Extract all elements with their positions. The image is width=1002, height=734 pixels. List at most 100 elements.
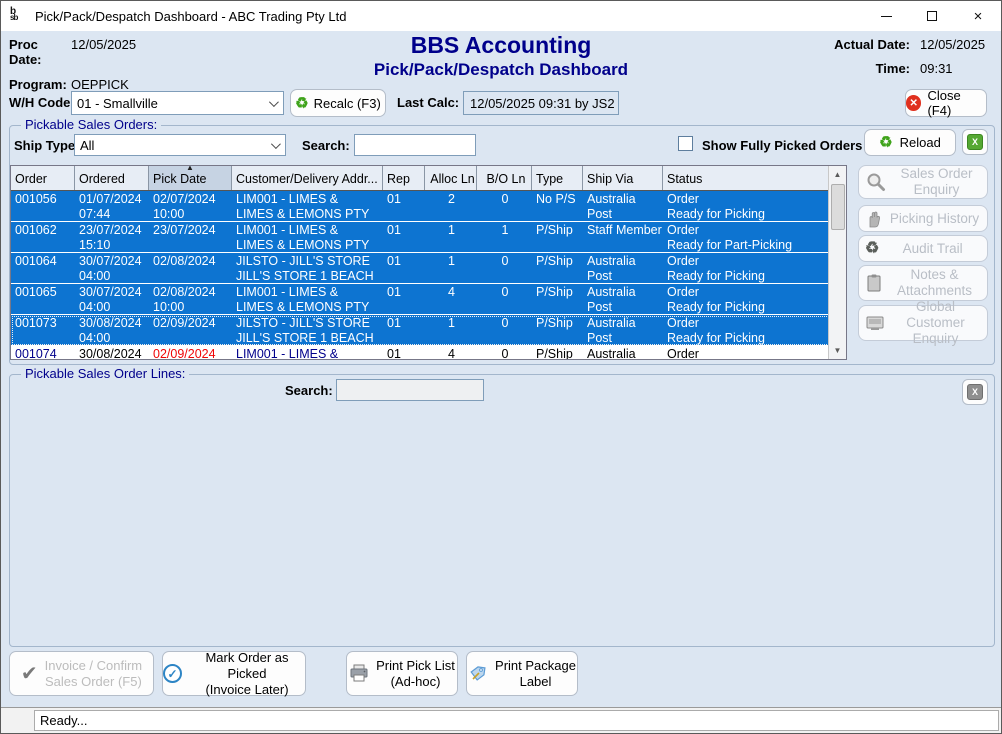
app-logo-icon: bsb (10, 8, 27, 25)
wh-code-label: W/H Code: (9, 95, 75, 110)
maximize-icon (927, 11, 937, 21)
sales-order-enquiry-label: Sales Order Enquiry (892, 166, 981, 198)
actual-date-label: Actual Date: (834, 37, 910, 52)
column-header-type[interactable]: Type (532, 166, 583, 190)
pickable-sales-order-lines-section: Pickable Sales Order Lines: Search: X (9, 374, 995, 647)
orders-table: OrderOrdered▲Pick DateCustomer/Delivery … (10, 165, 847, 360)
column-header-customer[interactable]: Customer/Delivery Addr... (232, 166, 383, 190)
cell-alloc: 1 (425, 222, 477, 252)
cell-bo: 0 (477, 191, 532, 221)
cell-alloc: 1 (425, 315, 477, 345)
sales-order-enquiry-button[interactable]: Sales Order Enquiry (858, 165, 988, 199)
order-row-001062[interactable]: 00106223/07/202415:1023/07/2024LIM001 - … (11, 222, 846, 253)
column-header-pick[interactable]: ▲Pick Date (149, 166, 232, 190)
maximize-button[interactable] (909, 1, 955, 31)
reload-label: Reload (900, 135, 941, 150)
cell-rep: 01 (383, 191, 425, 221)
printer-icon (349, 664, 369, 683)
export-lines-excel-button[interactable]: X (962, 379, 988, 405)
show-fully-picked-checkbox[interactable] (678, 136, 693, 151)
audit-trail-label: Audit Trail (884, 241, 981, 257)
cell-order: 001062 (11, 222, 75, 252)
cell-ship_via: Australia (583, 346, 663, 359)
cell-rep: 01 (383, 346, 425, 359)
excel-icon-disabled: X (967, 384, 983, 400)
cell-alloc: 4 (425, 346, 477, 359)
cell-status: OrderReady for Picking (663, 284, 846, 314)
print-pick-list-button[interactable]: Print Pick List (Ad-hoc) (346, 651, 458, 696)
reload-button[interactable]: ♻ Reload (864, 129, 956, 156)
cell-status: Order (663, 346, 846, 359)
cell-status: OrderReady for Picking (663, 253, 846, 283)
invoice-confirm-button[interactable]: ✔ Invoice / Confirm Sales Order (F5) (9, 651, 154, 696)
hand-icon (865, 210, 883, 228)
lines-search-input[interactable] (336, 379, 484, 401)
cell-status: OrderReady for Picking (663, 191, 846, 221)
print-package-label-button[interactable]: Print Package Label (466, 651, 578, 696)
cell-status: OrderReady for Part-Picking (663, 222, 846, 252)
window-title: Pick/Pack/Despatch Dashboard - ABC Tradi… (35, 9, 346, 24)
cell-type: P/Ship (532, 253, 583, 283)
excel-icon: X (967, 134, 983, 150)
tag-icon (468, 664, 488, 684)
cell-alloc: 4 (425, 284, 477, 314)
wh-code-select[interactable]: 01 - Smallville (71, 91, 284, 115)
cell-order: 001056 (11, 191, 75, 221)
column-header-ordered[interactable]: Ordered (75, 166, 149, 190)
cell-pick: 02/09/2024 (149, 346, 232, 359)
recalc-label: Recalc (F3) (314, 96, 381, 111)
notes-attachments-button[interactable]: Notes & Attachments (858, 265, 988, 301)
cell-rep: 01 (383, 284, 425, 314)
cell-customer: LIM001 - LIMES & (232, 346, 383, 359)
cell-type: P/Ship (532, 222, 583, 252)
cell-customer: LIM001 - LIMES &LIMES & LEMONS PTY (232, 191, 383, 221)
cell-pick: 02/08/202410:00 (149, 284, 232, 314)
cell-pick: 02/08/2024 (149, 253, 232, 283)
scroll-up-icon[interactable]: ▲ (829, 166, 846, 183)
cell-ordered: 30/07/202404:00 (75, 253, 149, 283)
order-row-001056[interactable]: 00105601/07/202407:4402/07/202410:00LIM0… (11, 191, 846, 222)
main-content: Proc Date:12/05/2025 Program:OEPPICK BBS… (1, 31, 1001, 709)
column-header-rep[interactable]: Rep (383, 166, 425, 190)
order-row-001064[interactable]: 00106430/07/202404:0002/08/2024JILSTO - … (11, 253, 846, 284)
actual-date-value: 12/05/2025 (920, 37, 994, 52)
reload-icon: ♻ (879, 135, 892, 150)
cell-pick: 23/07/2024 (149, 222, 232, 252)
chevron-down-icon (269, 97, 279, 107)
cell-bo: 0 (477, 346, 532, 359)
cell-ordered: 30/07/202404:00 (75, 284, 149, 314)
recalc-button[interactable]: ♻Recalc (F3) (290, 89, 386, 117)
status-text: Ready... (34, 710, 999, 731)
orders-table-scrollbar[interactable]: ▲ ▼ (828, 166, 846, 359)
column-header-bo[interactable]: B/O Ln (477, 166, 532, 190)
close-window-button[interactable]: × (955, 1, 1001, 31)
column-header-ship_via[interactable]: Ship Via (583, 166, 663, 190)
export-orders-excel-button[interactable]: X (962, 129, 988, 155)
audit-trail-button[interactable]: ♻ Audit Trail (858, 235, 988, 262)
invoice-confirm-label: Invoice / Confirm Sales Order (F5) (45, 658, 143, 690)
column-header-order[interactable]: Order (11, 166, 75, 190)
ship-type-select[interactable]: All (74, 134, 286, 156)
mark-order-picked-button[interactable]: ✓ Mark Order as Picked (Invoice Later) (162, 651, 306, 696)
order-row-001074[interactable]: 00107430/08/202402/09/2024LIM001 - LIMES… (11, 346, 846, 359)
minimize-icon (881, 16, 892, 17)
picking-history-button[interactable]: Picking History (858, 205, 988, 232)
terminal-icon (865, 314, 885, 332)
cell-type: No P/S (532, 191, 583, 221)
column-header-status[interactable]: Status (663, 166, 846, 190)
order-row-001065[interactable]: 00106530/07/202404:0002/08/202410:00LIM0… (11, 284, 846, 315)
column-header-alloc[interactable]: Alloc Ln (425, 166, 477, 190)
close-label: Close (F4) (927, 88, 986, 118)
lines-section-title: Pickable Sales Order Lines: (21, 366, 189, 381)
cell-rep: 01 (383, 315, 425, 345)
scroll-down-icon[interactable]: ▼ (829, 342, 846, 359)
orders-search-input[interactable] (354, 134, 476, 156)
print-pick-list-label: Print Pick List (Ad-hoc) (376, 658, 455, 690)
app-window: bsb Pick/Pack/Despatch Dashboard - ABC T… (0, 0, 1002, 734)
scrollbar-thumb[interactable] (831, 184, 845, 230)
close-button[interactable]: ✕Close (F4) (905, 89, 987, 117)
global-customer-enquiry-button[interactable]: Global Customer Enquiry (858, 305, 988, 341)
minimize-button[interactable] (863, 1, 909, 31)
clipboard-icon (865, 273, 883, 293)
order-row-001073[interactable]: 00107330/08/202404:0002/09/2024JILSTO - … (11, 315, 846, 346)
